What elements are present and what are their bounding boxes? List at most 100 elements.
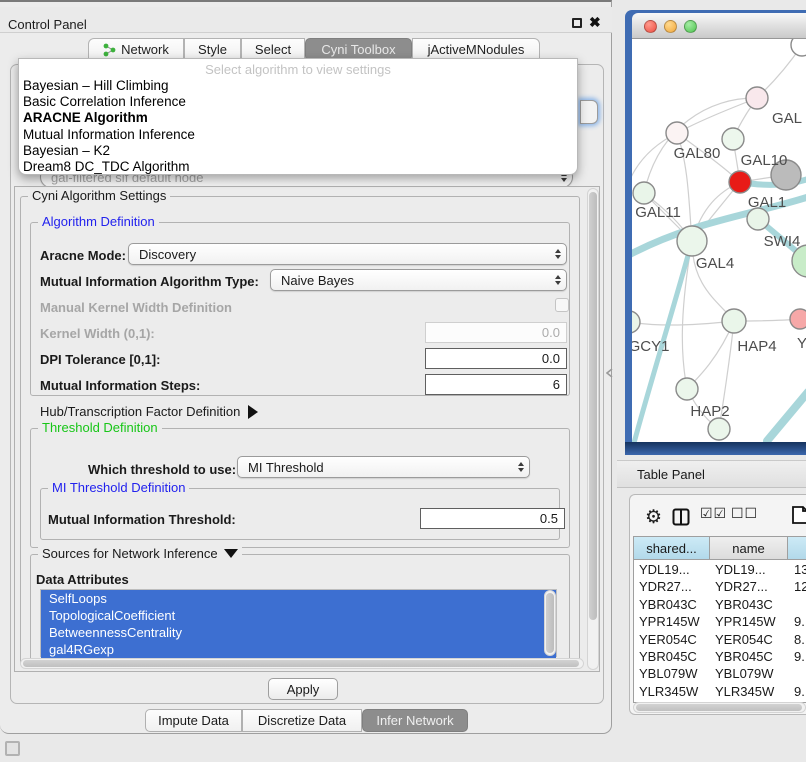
- mi-threshold-label: Mutual Information Threshold:: [48, 512, 236, 527]
- application-root: Control Panel ✖ Network Style Select Cyn…: [0, 0, 806, 762]
- sources-group-title-row[interactable]: Sources for Network Inference: [38, 546, 242, 561]
- aracne-mode-value: Discovery: [129, 247, 549, 262]
- table-panel-title: Table Panel: [637, 467, 705, 482]
- which-threshold-value: MI Threshold: [238, 460, 512, 475]
- kernel-width-field[interactable]: 0.0: [425, 322, 567, 343]
- node[interactable]: [791, 39, 806, 56]
- list-item[interactable]: gal4RGexp: [41, 641, 556, 658]
- tab-style-label: Style: [198, 42, 227, 57]
- inference-combo-edge: [580, 100, 598, 124]
- list-item[interactable]: BetweennessCentrality: [41, 624, 556, 641]
- which-threshold-combo[interactable]: MI Threshold: [237, 456, 530, 478]
- node-gal80[interactable]: [666, 122, 688, 144]
- table-row[interactable]: YER054CYER054C8.: [634, 631, 806, 648]
- minimize-traffic-light[interactable]: [664, 20, 677, 33]
- data-attributes-label: Data Attributes: [36, 572, 129, 587]
- which-threshold-label: Which threshold to use:: [88, 462, 236, 477]
- dropdown-item[interactable]: Basic Correlation Inference: [19, 94, 577, 110]
- float-window-icon[interactable]: [572, 18, 582, 28]
- sources-group-title: Sources for Network Inference: [42, 546, 218, 561]
- gear-icon[interactable]: ⚙: [645, 506, 662, 529]
- node-hap2[interactable]: [676, 378, 698, 400]
- aracne-mode-label: Aracne Mode:: [40, 248, 126, 263]
- mi-algorithm-type-label: Mutual Information Algorithm Type:: [40, 274, 259, 289]
- dropdown-item-selected[interactable]: ARACNE Algorithm: [19, 110, 577, 126]
- node-label: GAL: [772, 110, 802, 127]
- mi-algorithm-type-combo[interactable]: Naive Bayes: [270, 269, 567, 291]
- node-gal11[interactable]: [633, 182, 655, 204]
- close-icon[interactable]: ✖: [589, 14, 601, 31]
- network-icon: [103, 43, 117, 57]
- hub-definition-label: Hub/Transcription Factor Definition: [40, 404, 240, 419]
- tab-discretize-data[interactable]: Discretize Data: [242, 709, 362, 732]
- tab-impute-data[interactable]: Impute Data: [145, 709, 242, 732]
- settings-vertical-scrollbar[interactable]: [587, 188, 599, 670]
- table-row[interactable]: YDL19...YDL19...13: [634, 561, 806, 578]
- node-gal4[interactable]: [677, 226, 707, 256]
- column-header-shared-name[interactable]: shared...: [634, 537, 710, 560]
- checked-boxes-icon[interactable]: ☑☑: [700, 505, 727, 522]
- node-label: GAL1: [748, 194, 786, 211]
- zoom-traffic-light[interactable]: [684, 20, 697, 33]
- node-gal10[interactable]: [722, 128, 744, 150]
- network-window-titlebar[interactable]: [632, 13, 806, 39]
- algorithm-dropdown: Select algorithm to view settings Bayesi…: [18, 58, 578, 175]
- dropdown-item[interactable]: Mutual Information Inference: [19, 127, 577, 143]
- node-gcy1[interactable]: [632, 311, 640, 333]
- apply-button[interactable]: Apply: [268, 678, 338, 700]
- tab-cyni-toolbox-label: Cyni Toolbox: [321, 42, 395, 57]
- mi-steps-field[interactable]: 6: [425, 374, 567, 395]
- table-row[interactable]: YLR345WYLR345W9.: [634, 683, 806, 700]
- list-item[interactable]: SelfLoops: [41, 590, 556, 607]
- node-label: GAL10: [741, 152, 788, 169]
- node-hap4[interactable]: [722, 309, 746, 333]
- tab-discretize-data-label: Discretize Data: [258, 713, 346, 728]
- table-row[interactable]: YPR145WYPR145W9.: [634, 613, 806, 630]
- node-label: HAP2: [690, 403, 729, 420]
- window-grip-icon[interactable]: [5, 741, 20, 756]
- network-canvas[interactable]: GAL GAL80 GAL10 GAL1 GAL11 SWI4 GAL4 GCY…: [632, 39, 806, 442]
- node[interactable]: [708, 418, 730, 440]
- combo-arrows-icon: [512, 457, 529, 477]
- mi-threshold-field[interactable]: 0.5: [420, 508, 565, 529]
- tab-infer-network-label: Infer Network: [376, 713, 453, 728]
- algorithm-definition-title: Algorithm Definition: [38, 214, 159, 229]
- mi-algorithm-type-value: Naive Bayes: [271, 273, 549, 288]
- dpi-tolerance-field[interactable]: 0.0: [425, 348, 567, 369]
- list-vertical-scrollbar[interactable]: [544, 590, 556, 656]
- aracne-mode-combo[interactable]: Discovery: [128, 243, 567, 265]
- table-horizontal-scrollbar[interactable]: [633, 702, 806, 713]
- node-swi4[interactable]: [747, 208, 769, 230]
- network-window-bottom-border: [625, 442, 806, 455]
- mi-steps-label: Mutual Information Steps:: [40, 378, 200, 393]
- node-label: GCY1: [632, 338, 669, 355]
- node-label: Y: [797, 335, 806, 352]
- dropdown-item[interactable]: Bayesian – Hill Climbing: [19, 78, 577, 94]
- node-gal1-red[interactable]: [729, 171, 751, 193]
- split-columns-icon[interactable]: [672, 508, 690, 529]
- new-table-icon[interactable]: [791, 505, 806, 528]
- column-header-partial[interactable]: [788, 537, 806, 560]
- dropdown-item[interactable]: Dream8 DC_TDC Algorithm: [19, 159, 577, 175]
- close-traffic-light[interactable]: [644, 20, 657, 33]
- hub-definition-expander[interactable]: Hub/Transcription Factor Definition: [40, 404, 258, 419]
- column-header-name[interactable]: name: [710, 537, 788, 560]
- table-row[interactable]: YBR045CYBR045C9.: [634, 648, 806, 665]
- table-row[interactable]: YBR043CYBR043C: [634, 596, 806, 613]
- manual-kernel-width-checkbox[interactable]: [555, 298, 569, 312]
- node-y[interactable]: [790, 309, 806, 329]
- apply-button-label: Apply: [287, 682, 320, 697]
- node-gal[interactable]: [746, 87, 768, 109]
- node-label: HAP4: [737, 338, 776, 355]
- node-label: GAL11: [635, 204, 681, 221]
- table-row[interactable]: YBL079WYBL079W: [634, 665, 806, 682]
- unchecked-boxes-icon[interactable]: ☐☐: [731, 505, 758, 522]
- mi-threshold-definition-title: MI Threshold Definition: [48, 480, 189, 495]
- control-panel-titlebar: Control Panel ✖: [0, 7, 612, 33]
- settings-horizontal-scrollbar[interactable]: [20, 658, 584, 669]
- panel-divider-handle[interactable]: [606, 366, 613, 376]
- list-item[interactable]: TopologicalCoefficient: [41, 607, 556, 624]
- table-row[interactable]: YDR27...YDR27...12: [634, 578, 806, 595]
- dropdown-item[interactable]: Bayesian – K2: [19, 143, 577, 159]
- tab-infer-network[interactable]: Infer Network: [362, 709, 468, 732]
